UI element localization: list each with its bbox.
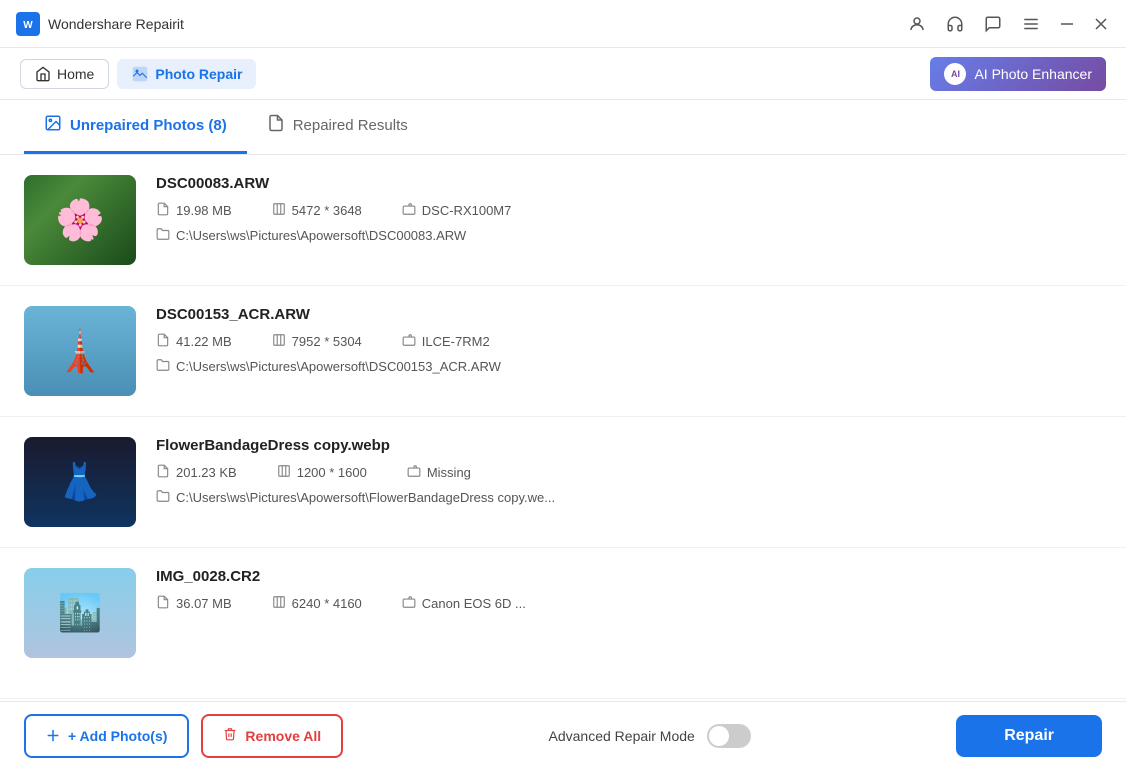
table-row: 🗼 DSC00153_ACR.ARW 41.22 MB 7952 * 5304	[0, 286, 1126, 417]
photo-path-3: C:\Users\ws\Pictures\Apowersoft\FlowerBa…	[156, 489, 1102, 506]
photo-thumbnail-2: 🗼	[24, 306, 136, 396]
chat-icon[interactable]	[982, 13, 1004, 35]
photo-name-3: FlowerBandageDress copy.webp	[156, 437, 1102, 454]
photo-path-1: C:\Users\ws\Pictures\Apowersoft\DSC00083…	[156, 227, 1102, 244]
photo-repair-icon	[131, 65, 149, 83]
dims-icon-1	[272, 202, 286, 219]
photo-info-3: FlowerBandageDress copy.webp 201.23 KB 1…	[156, 437, 1102, 506]
photo-dims-3: 1200 * 1600	[277, 464, 367, 481]
ai-enhancer-button[interactable]: AI AI Photo Enhancer	[930, 57, 1106, 91]
photo-device-3: Missing	[407, 464, 471, 481]
app-icon: W	[16, 12, 40, 36]
user-icon[interactable]	[906, 13, 928, 35]
photo-list: DSC00083.ARW 19.98 MB 5472 * 3648	[0, 155, 1126, 701]
photo-size-4: 36.07 MB	[156, 595, 232, 612]
device-icon-4	[402, 595, 416, 612]
photo-name-2: DSC00153_ACR.ARW	[156, 306, 1102, 323]
photo-meta-4: 36.07 MB 6240 * 4160 Canon EOS 6D ...	[156, 595, 1102, 612]
photo-meta-3: 201.23 KB 1200 * 1600 Missing	[156, 464, 1102, 481]
photo-device-4: Canon EOS 6D ...	[402, 595, 526, 612]
repair-mode-label: Advanced Repair Mode	[549, 728, 695, 744]
unrepaired-icon	[44, 114, 62, 137]
repair-mode-area: Advanced Repair Mode	[549, 724, 751, 748]
add-photos-button[interactable]: ＋ + Add Photo(s)	[24, 714, 189, 758]
dims-icon-3	[277, 464, 291, 481]
add-icon: ＋	[46, 726, 60, 746]
photo-dims-4: 6240 * 4160	[272, 595, 362, 612]
ai-enhancer-label: AI Photo Enhancer	[974, 66, 1092, 82]
file-icon-2	[156, 333, 170, 350]
photo-meta-2: 41.22 MB 7952 * 5304 ILCE-7RM2	[156, 333, 1102, 350]
left-buttons: ＋ + Add Photo(s) Remove All	[24, 714, 343, 758]
ai-badge: AI	[944, 63, 966, 85]
bottom-bar: ＋ + Add Photo(s) Remove All Advanced Rep…	[0, 701, 1126, 769]
photo-device-2: ILCE-7RM2	[402, 333, 490, 350]
photo-dims-2: 7952 * 5304	[272, 333, 362, 350]
folder-icon-1	[156, 227, 170, 244]
device-icon-3	[407, 464, 421, 481]
remove-all-button[interactable]: Remove All	[201, 714, 343, 758]
home-icon	[35, 66, 51, 82]
photo-dims-1: 5472 * 3648	[272, 202, 362, 219]
minimize-button[interactable]	[1058, 15, 1076, 33]
file-icon-4	[156, 595, 170, 612]
titlebar-left: W Wondershare Repairit	[16, 12, 184, 36]
headphone-icon[interactable]	[944, 13, 966, 35]
home-button[interactable]: Home	[20, 59, 109, 89]
photo-info-2: DSC00153_ACR.ARW 41.22 MB 7952 * 5304	[156, 306, 1102, 375]
file-icon-1	[156, 202, 170, 219]
titlebar: W Wondershare Repairit	[0, 0, 1126, 48]
home-label: Home	[57, 66, 94, 82]
photo-info-1: DSC00083.ARW 19.98 MB 5472 * 3648	[156, 175, 1102, 244]
photo-info-4: IMG_0028.CR2 36.07 MB 6240 * 4160	[156, 568, 1102, 620]
trash-icon	[223, 727, 237, 744]
tab-unrepaired-label: Unrepaired Photos (8)	[70, 117, 227, 134]
dims-icon-2	[272, 333, 286, 350]
photo-meta-1: 19.98 MB 5472 * 3648 DSC-RX100M7	[156, 202, 1102, 219]
add-label: + Add Photo(s)	[68, 728, 167, 744]
close-button[interactable]	[1092, 15, 1110, 33]
remove-label: Remove All	[245, 728, 321, 744]
titlebar-controls	[906, 13, 1110, 35]
photo-thumbnail-4: 🏙️	[24, 568, 136, 658]
tab-repaired[interactable]: Repaired Results	[247, 100, 428, 154]
device-icon-2	[402, 333, 416, 350]
photo-repair-nav-label: Photo Repair	[155, 66, 242, 82]
navbar-left: Home Photo Repair	[20, 59, 256, 89]
table-row: DSC00083.ARW 19.98 MB 5472 * 3648	[0, 155, 1126, 286]
app-title: Wondershare Repairit	[48, 16, 184, 32]
photo-repair-nav-button[interactable]: Photo Repair	[117, 59, 256, 89]
table-row: 👗 FlowerBandageDress copy.webp 201.23 KB…	[0, 417, 1126, 548]
repair-mode-toggle[interactable]	[707, 724, 751, 748]
tabs-bar: Unrepaired Photos (8) Repaired Results	[0, 100, 1126, 155]
photo-name-4: IMG_0028.CR2	[156, 568, 1102, 585]
repaired-icon	[267, 114, 285, 137]
menu-icon[interactable]	[1020, 13, 1042, 35]
photo-path-2: C:\Users\ws\Pictures\Apowersoft\DSC00153…	[156, 358, 1102, 375]
tab-repaired-label: Repaired Results	[293, 117, 408, 134]
photo-thumbnail-1	[24, 175, 136, 265]
photo-size-1: 19.98 MB	[156, 202, 232, 219]
table-row: 🏙️ IMG_0028.CR2 36.07 MB 6240 * 4160	[0, 548, 1126, 699]
repair-label: Repair	[1004, 727, 1054, 744]
device-icon-1	[402, 202, 416, 219]
svg-text:W: W	[23, 20, 33, 31]
photo-name-1: DSC00083.ARW	[156, 175, 1102, 192]
dims-icon-4	[272, 595, 286, 612]
folder-icon-3	[156, 489, 170, 506]
repair-button[interactable]: Repair	[956, 715, 1102, 757]
photo-device-1: DSC-RX100M7	[402, 202, 512, 219]
navbar: Home Photo Repair AI AI Photo Enhancer	[0, 48, 1126, 100]
tab-unrepaired[interactable]: Unrepaired Photos (8)	[24, 100, 247, 154]
file-icon-3	[156, 464, 170, 481]
photo-size-3: 201.23 KB	[156, 464, 237, 481]
photo-size-2: 41.22 MB	[156, 333, 232, 350]
folder-icon-2	[156, 358, 170, 375]
photo-thumbnail-3: 👗	[24, 437, 136, 527]
